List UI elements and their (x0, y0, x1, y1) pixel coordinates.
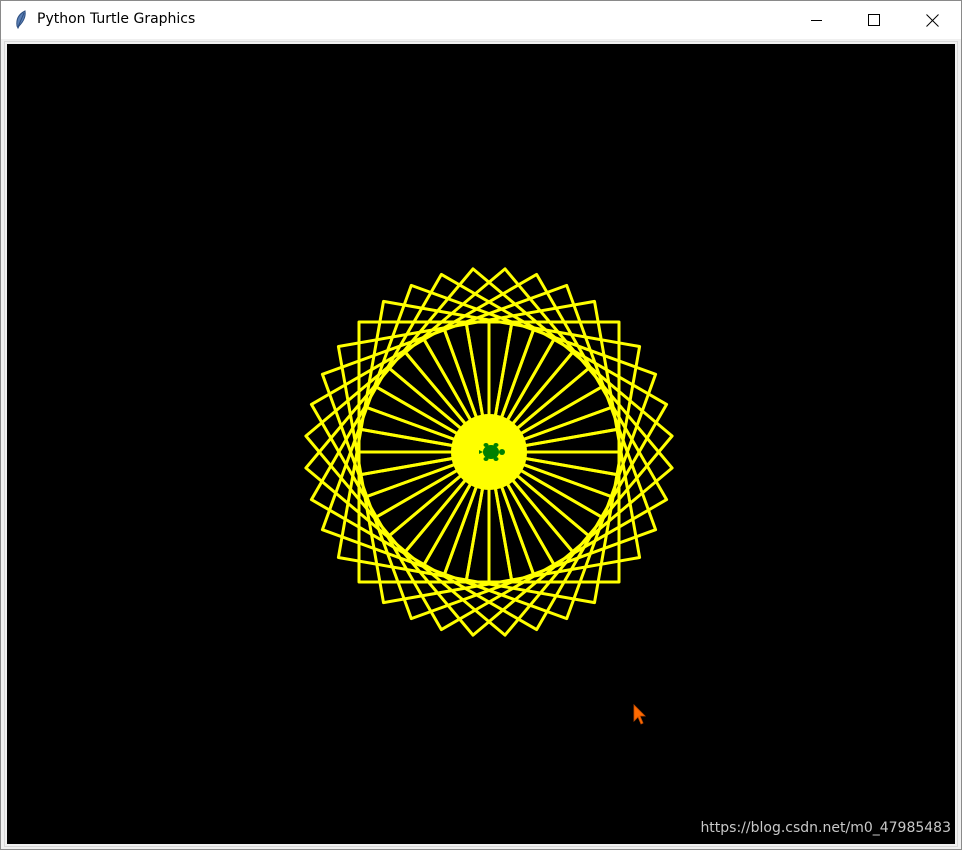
turtle-canvas[interactable]: https://blog.csdn.net/m0_47985483 (7, 44, 955, 844)
turtle-window: Python Turtle Graphics https://blog.csdn… (0, 0, 962, 850)
close-icon (926, 14, 939, 27)
watermark: https://blog.csdn.net/m0_47985483 (700, 820, 951, 836)
window-title: Python Turtle Graphics (37, 11, 196, 27)
maximize-button[interactable] (845, 1, 903, 39)
minimize-icon (811, 20, 822, 21)
minimize-button[interactable] (787, 1, 845, 39)
close-button[interactable] (903, 1, 961, 39)
canvas-frame: https://blog.csdn.net/m0_47985483 (4, 41, 958, 847)
feather-icon (13, 10, 29, 30)
spirograph-drawing (304, 267, 674, 637)
title-bar[interactable]: Python Turtle Graphics (1, 1, 961, 39)
mouse-cursor-icon (633, 704, 646, 725)
maximize-icon (868, 14, 880, 26)
